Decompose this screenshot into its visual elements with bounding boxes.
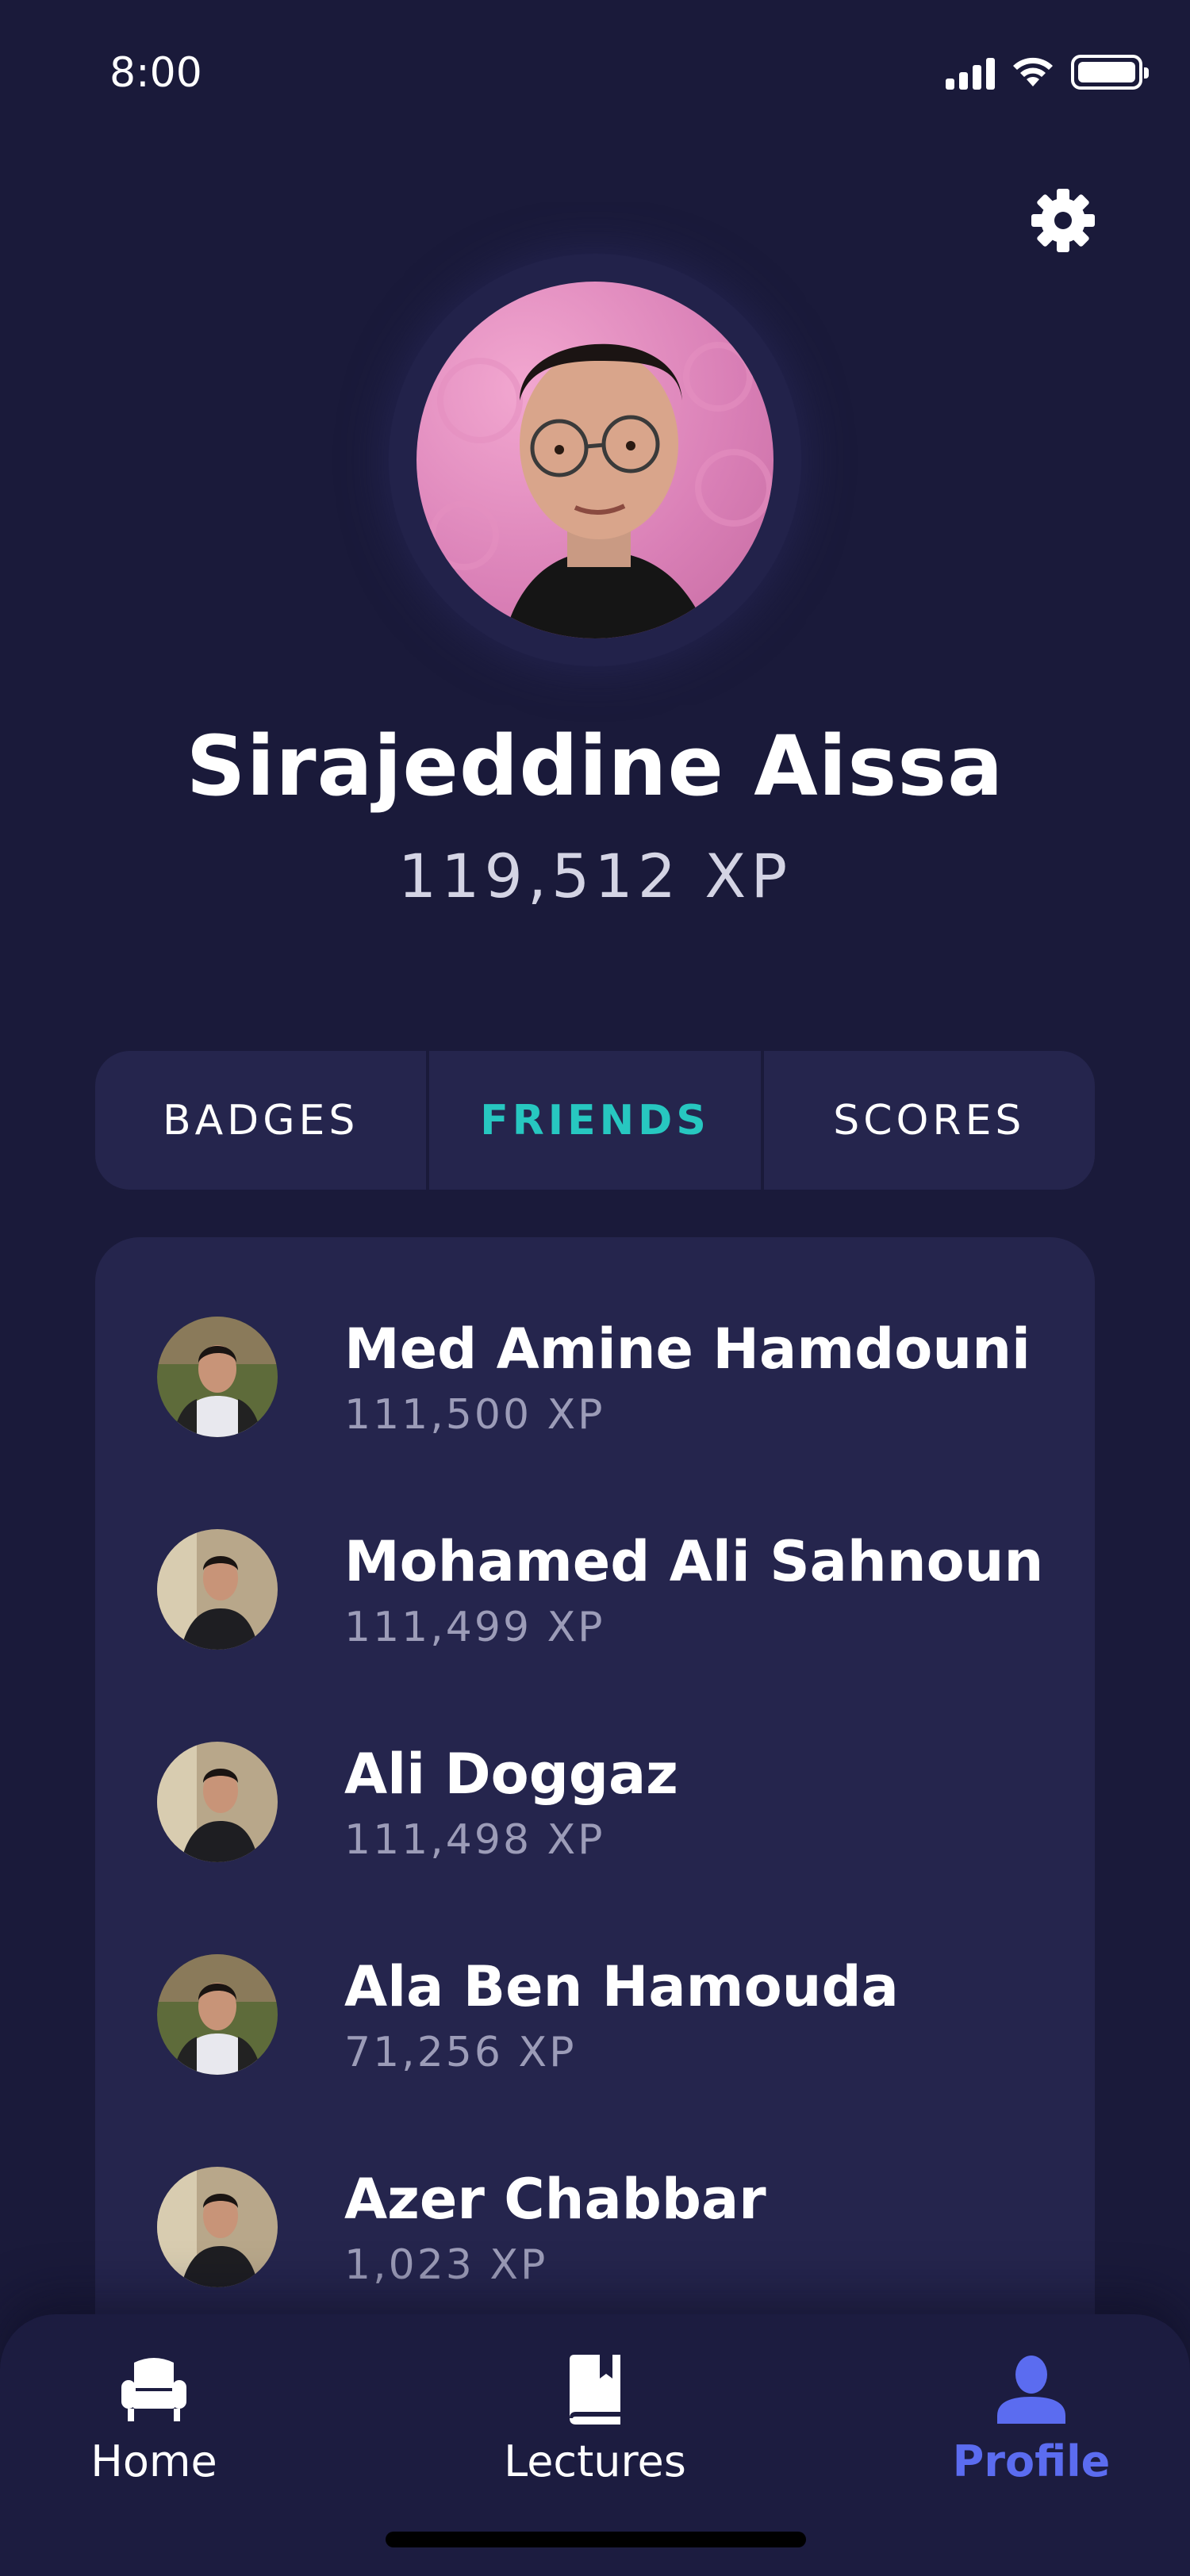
friend-name: Ali Doggaz <box>344 1742 678 1807</box>
friend-xp: 111,499 XP <box>344 1604 605 1651</box>
friend-xp: 71,256 XP <box>344 2029 577 2076</box>
profile-tabs: BADGES FRIENDS SCORES <box>95 1051 1095 1190</box>
status-icons <box>946 52 1149 92</box>
gear-icon <box>1031 189 1095 252</box>
nav-home[interactable]: Home <box>35 2346 273 2505</box>
nav-profile[interactable]: Profile <box>912 2346 1150 2505</box>
armchair-icon <box>121 2358 186 2421</box>
tab-badges[interactable]: BADGES <box>95 1051 426 1190</box>
friend-xp: 111,500 XP <box>344 1391 605 1439</box>
profile-avatar[interactable] <box>416 282 774 638</box>
friend-name: Ala Ben Hamouda <box>344 1954 899 2019</box>
avatar <box>157 2167 278 2287</box>
settings-button[interactable] <box>1028 186 1098 255</box>
friend-name: Med Amine Hamdouni <box>344 1317 1031 1382</box>
wifi-icon <box>1013 57 1053 86</box>
avatar <box>157 1742 278 1862</box>
friend-xp: 1,023 XP <box>344 2241 548 2289</box>
profile-name: Sirajeddine Aissa <box>186 718 1004 815</box>
user-icon <box>997 2356 1065 2424</box>
list-item[interactable]: Ala Ben Hamouda 71,256 XP <box>95 1875 1095 2076</box>
list-item[interactable]: Mohamed Ali Sahnoun 111,499 XP <box>95 1450 1095 1651</box>
friend-name: Azer Chabbar <box>344 2167 766 2232</box>
friend-xp: 111,498 XP <box>344 1816 605 1864</box>
tab-friends[interactable]: FRIENDS <box>426 1051 760 1190</box>
list-item[interactable]: Ali Doggaz 111,498 XP <box>95 1662 1095 1864</box>
profile-avatar-ring <box>389 254 801 666</box>
nav-home-label: Home <box>90 2436 217 2486</box>
status-time: 8:00 <box>109 49 202 97</box>
list-item[interactable]: Med Amine Hamdouni 111,500 XP <box>95 1237 1095 1439</box>
friend-name: Mohamed Ali Sahnoun <box>344 1529 1044 1594</box>
battery-icon <box>1071 55 1149 90</box>
book-icon <box>570 2355 620 2425</box>
nav-profile-label: Profile <box>952 2436 1111 2486</box>
nav-lectures-label: Lectures <box>504 2436 686 2486</box>
profile-photo-illustration <box>429 342 773 638</box>
avatar <box>157 1954 278 2075</box>
profile-xp: 119,512 XP <box>397 841 793 911</box>
cellular-signal-icon <box>946 55 995 90</box>
home-indicator <box>386 2532 806 2547</box>
nav-lectures[interactable]: Lectures <box>476 2346 714 2505</box>
avatar <box>157 1317 278 1437</box>
avatar <box>157 1529 278 1650</box>
status-bar: 8:00 <box>0 0 1190 159</box>
tab-scores[interactable]: SCORES <box>760 1051 1095 1190</box>
list-item[interactable]: Azer Chabbar 1,023 XP <box>95 2087 1095 2289</box>
